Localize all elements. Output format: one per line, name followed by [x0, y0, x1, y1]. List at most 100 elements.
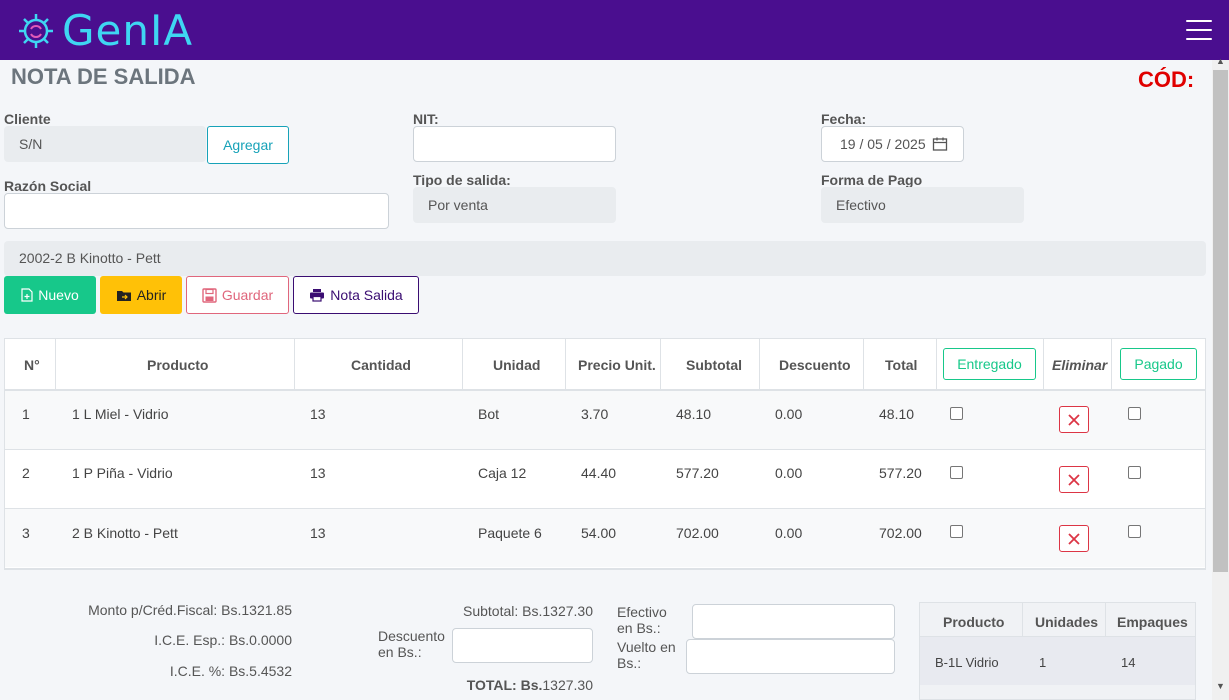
guardar-button[interactable]: Guardar — [186, 276, 289, 314]
cell-total: 702.00 — [879, 525, 922, 541]
cell-producto: 1 P Piña - Vidrio — [72, 465, 173, 481]
fecha-value: 19 / 05 / 2025 — [840, 136, 926, 152]
cell-producto: 1 L Miel - Vidrio — [72, 406, 169, 422]
pagado-button[interactable]: Pagado — [1120, 348, 1197, 380]
gear-brain-icon — [19, 14, 53, 48]
tipo-salida-label: Tipo de salida: — [413, 172, 511, 188]
delete-row-button[interactable] — [1059, 525, 1089, 552]
items-table: N° Producto Cantidad Unidad Precio Unit.… — [4, 338, 1206, 570]
cell-precio: 54.00 — [581, 525, 617, 541]
scroll-down-arrow-icon[interactable]: ▼ — [1213, 680, 1228, 692]
cell-producto: 2 B Kinotto - Pett — [72, 525, 178, 541]
col-header-precio: Precio Unit. — [578, 357, 656, 373]
forma-pago-select[interactable]: Efectivo — [821, 187, 1024, 223]
razon-social-label: Razón Social — [4, 178, 92, 194]
cell-descuento: 0.00 — [775, 465, 803, 481]
cell-unidad: Paquete 6 — [478, 525, 542, 541]
cell-descuento: 0.00 — [775, 406, 803, 422]
nit-field[interactable] — [413, 126, 616, 162]
cell-precio: 3.70 — [581, 406, 609, 422]
calendar-icon[interactable] — [932, 136, 948, 152]
total-value: 1327.30 — [542, 677, 593, 693]
brand-logo[interactable]: GenIA — [16, 8, 236, 54]
forma-pago-label: Forma de Pago — [821, 172, 923, 188]
mini-cell-empaques: 14 — [1121, 655, 1136, 670]
guardar-label: Guardar — [221, 287, 274, 303]
top-navbar: GenIA — [0, 0, 1229, 60]
cell-subtotal: 48.10 — [676, 406, 712, 422]
cell-cantidad: 13 — [310, 465, 326, 481]
cell-num: 3 — [22, 525, 30, 541]
product-selector[interactable]: 2002-2 B Kinotto - Pett — [4, 241, 1206, 276]
nota-salida-button[interactable]: Nota Salida — [293, 276, 419, 314]
close-icon — [1068, 413, 1080, 426]
brand-name: GenIA — [62, 6, 194, 55]
mini-header-producto: Producto — [943, 614, 1005, 630]
fecha-label: Fecha: — [821, 111, 867, 127]
cell-unidad: Caja 12 — [478, 465, 527, 481]
delete-row-button[interactable] — [1059, 466, 1089, 493]
col-header-producto: Producto — [147, 357, 209, 373]
hamburger-menu-icon[interactable] — [1186, 20, 1212, 40]
total-text: TOTAL: Bs.1327.30 — [420, 677, 593, 693]
descuento-input[interactable] — [452, 628, 593, 663]
col-header-subtotal: Subtotal — [686, 357, 742, 373]
ice-porcentual: I.C.E. %: Bs.5.4532 — [169, 663, 292, 679]
tipo-salida-select[interactable]: Por venta — [413, 187, 616, 223]
col-header-num: N° — [24, 357, 40, 373]
code-label: CÓD: — [1138, 67, 1195, 92]
total-label: TOTAL: Bs. — [466, 677, 543, 693]
pagado-checkbox[interactable] — [1128, 525, 1141, 538]
razon-social-field[interactable] — [4, 193, 389, 229]
mini-cell-producto: B-1L Vidrio — [935, 655, 999, 670]
cell-unidad: Bot — [478, 406, 500, 422]
subtotal-text: Subtotal: Bs.1327.30 — [463, 603, 593, 619]
cell-total: 48.10 — [879, 406, 915, 422]
nuevo-label: Nuevo — [38, 287, 79, 303]
cell-num: 2 — [22, 465, 30, 481]
descuento-label: Descuento en Bs.: — [378, 628, 445, 660]
entregado-checkbox[interactable] — [950, 407, 963, 420]
nuevo-button[interactable]: Nuevo — [4, 276, 96, 314]
save-icon — [202, 287, 217, 303]
cell-cantidad: 13 — [310, 406, 326, 422]
scroll-up-arrow-icon[interactable]: ▲ — [1213, 55, 1228, 67]
new-file-icon — [21, 288, 33, 302]
entregado-checkbox[interactable] — [950, 466, 963, 479]
efectivo-label: Efectivo en Bs.: — [617, 604, 667, 636]
fecha-field[interactable]: 19 / 05 / 2025 — [821, 126, 964, 162]
monto-credito-fiscal: Monto p/Créd.Fiscal: Bs.1321.85 — [88, 602, 292, 618]
agregar-button[interactable]: Agregar — [207, 126, 289, 164]
nota-salida-label: Nota Salida — [330, 287, 403, 303]
cell-cantidad: 13 — [310, 525, 326, 541]
scrollbar-thumb[interactable] — [1213, 70, 1228, 572]
abrir-button[interactable]: Abrir — [100, 276, 182, 314]
cell-subtotal: 577.20 — [676, 465, 719, 481]
close-icon — [1068, 473, 1080, 486]
cell-descuento: 0.00 — [775, 525, 803, 541]
col-header-total: Total — [885, 357, 918, 373]
mini-header-empaques: Empaques — [1117, 614, 1188, 630]
packaging-table: Producto Unidades Empaques B-1L Vidrio 1… — [919, 602, 1196, 700]
cliente-field[interactable]: S/N — [4, 126, 206, 162]
page-title: NOTA DE SALIDA — [11, 64, 196, 89]
pagado-checkbox[interactable] — [1128, 466, 1141, 479]
col-header-cantidad: Cantidad — [351, 357, 411, 373]
cell-num: 1 — [22, 406, 30, 422]
efectivo-input[interactable] — [692, 604, 895, 639]
pagado-checkbox[interactable] — [1128, 407, 1141, 420]
col-header-unidad: Unidad — [493, 357, 541, 373]
col-header-descuento: Descuento — [779, 357, 851, 373]
mini-header-unidades: Unidades — [1035, 614, 1099, 630]
col-header-eliminar: Eliminar — [1052, 357, 1108, 373]
vuelto-input[interactable] — [686, 639, 895, 674]
cell-total: 577.20 — [879, 465, 922, 481]
printer-icon — [310, 289, 325, 302]
cliente-label: Cliente — [4, 111, 51, 127]
cell-precio: 44.40 — [581, 465, 617, 481]
entregado-checkbox[interactable] — [950, 525, 963, 538]
entregado-button[interactable]: Entregado — [943, 348, 1036, 380]
nit-label: NIT: — [413, 111, 439, 127]
delete-row-button[interactable] — [1059, 406, 1089, 433]
abrir-label: Abrir — [136, 287, 167, 303]
